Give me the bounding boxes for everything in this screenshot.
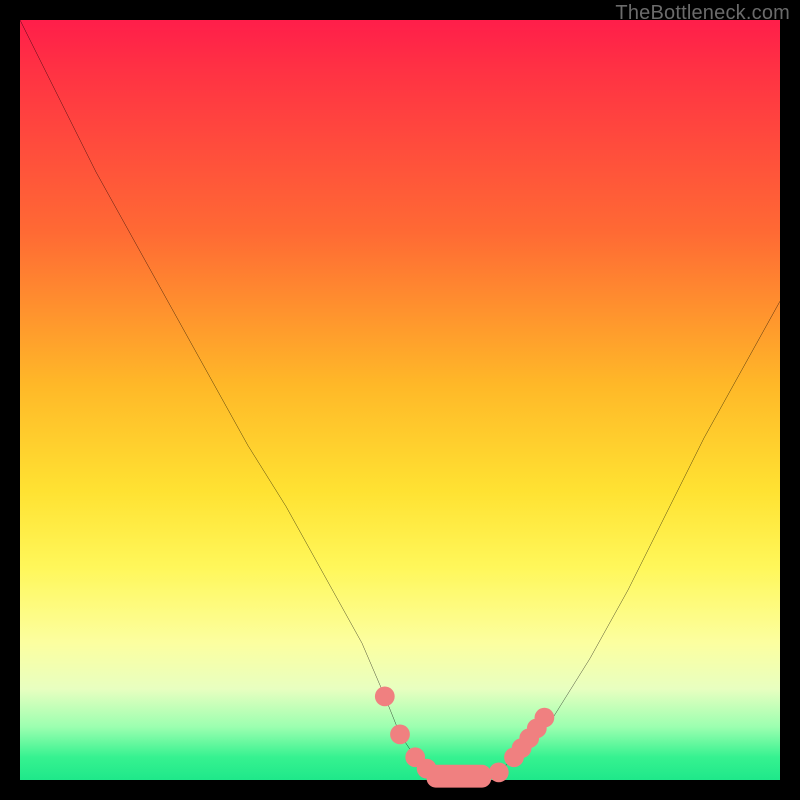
- frame: TheBottleneck.com: [0, 0, 800, 800]
- left-dot-4: [417, 759, 437, 779]
- left-dot-1: [375, 687, 395, 707]
- mid-dot-1: [489, 763, 509, 783]
- left-dot-2: [390, 725, 410, 745]
- plot-area: [20, 20, 780, 780]
- right-dot-5: [535, 708, 555, 728]
- curve-svg: [20, 20, 780, 780]
- bottleneck-curve: [20, 20, 780, 780]
